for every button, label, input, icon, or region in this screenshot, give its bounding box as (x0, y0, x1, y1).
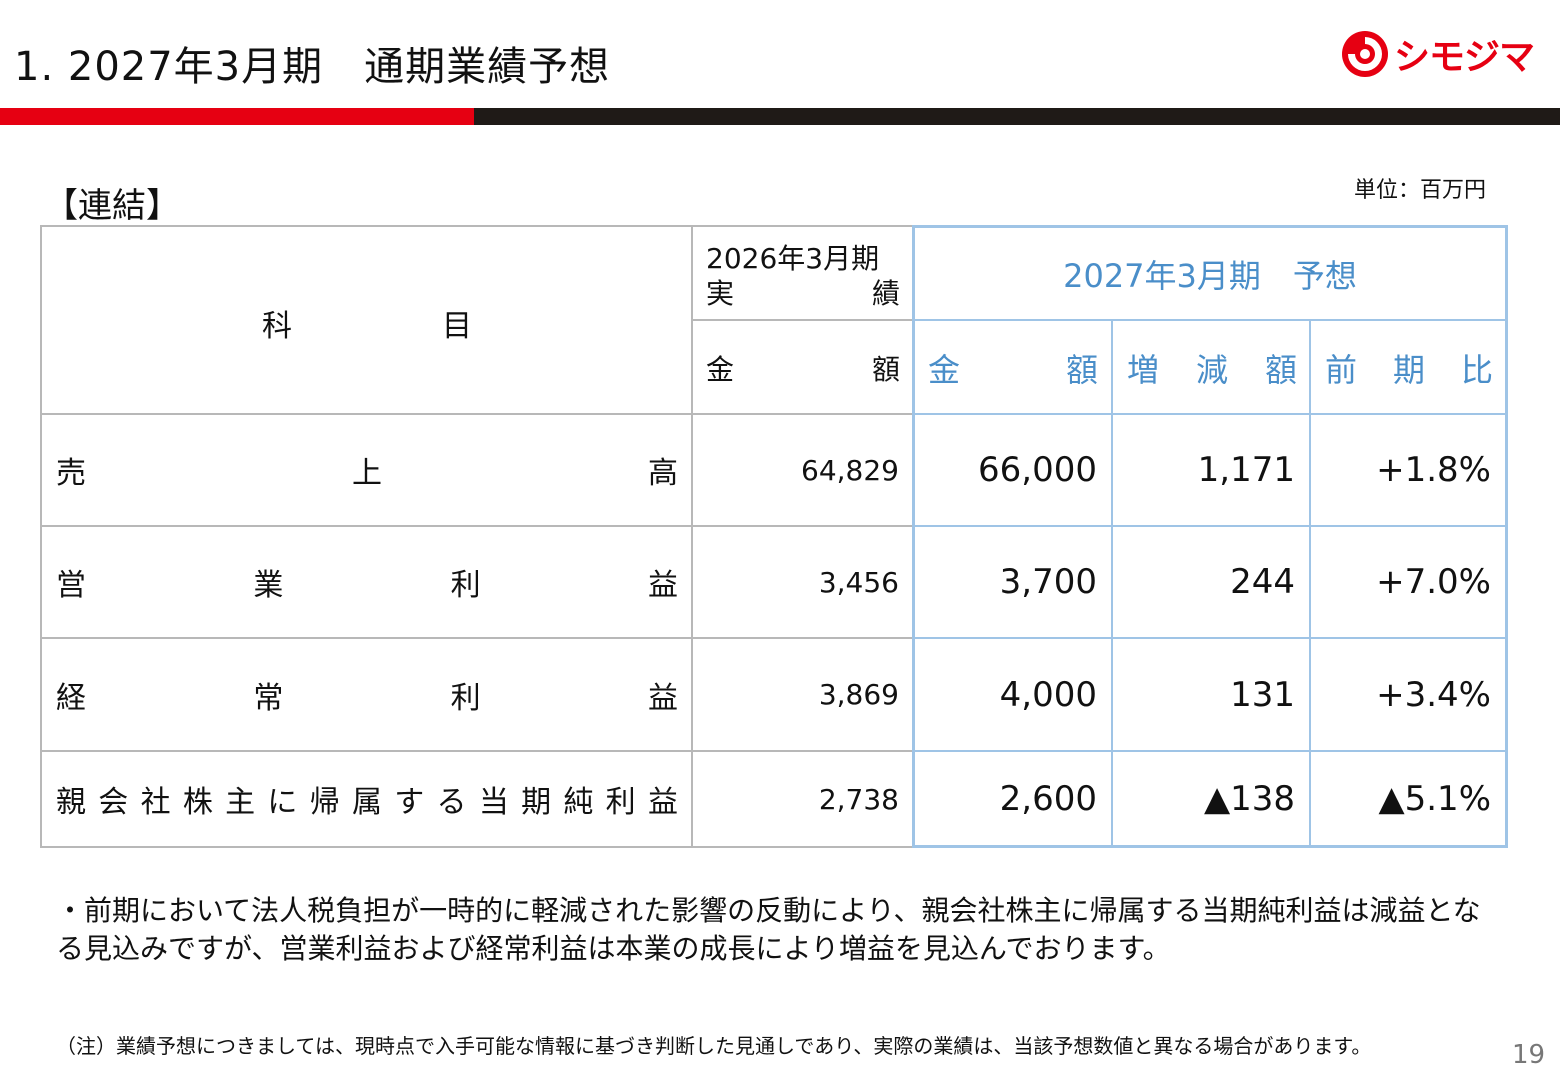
cell-prev-net-income: 2,738 (818, 782, 899, 816)
cell-prev-ordinary-profit: 3,869 (818, 678, 899, 711)
header-change: 増 減 額 (1127, 351, 1297, 389)
unit-label: 単位：百万円 (1354, 178, 1487, 203)
cell-prev-net-sales: 64,829 (801, 453, 899, 487)
commentary-note: ・前期において法人税負担が一時的に軽減された影響の反動により、親会社株主に帰属す… (56, 894, 1481, 965)
header-ratio: 前 期 比 (1325, 351, 1493, 389)
header-forecast-period: 2027年3月期 予想 (1063, 256, 1357, 295)
cell-ratio-net-sales: +1.8% (1376, 450, 1491, 490)
header-prev-actual: 実 績 (706, 277, 900, 310)
row-label-ordinary-profit: 経 常 利 益 (56, 680, 678, 716)
cell-forecast-net-income: 2,600 (999, 779, 1097, 819)
header-divider-bar (474, 108, 1560, 125)
page-number: 19 (1512, 1040, 1546, 1070)
cell-forecast-ordinary-profit: 4,000 (999, 674, 1097, 715)
company-logo: シモジマ (1340, 30, 1540, 78)
row-label-net-income: 親 会 社 株 主 に 帰 属 す る 当 期 純 利 益 (56, 785, 678, 820)
cell-forecast-net-sales: 66,000 (978, 450, 1097, 490)
cell-prev-operating-profit: 3,456 (818, 565, 899, 599)
logo-wordmark: シモジマ (1394, 37, 1535, 78)
header-accent-bar (0, 108, 474, 125)
header-prev-period: 2026年3月期 (706, 242, 880, 275)
page-title: 1. 2027年3月期 通期業績予想 (14, 44, 611, 90)
header-amount-prev: 金 額 (706, 353, 900, 386)
cell-ratio-net-income: ▲5.1% (1378, 779, 1491, 819)
cell-change-ordinary-profit: 131 (1230, 674, 1295, 715)
cell-change-net-income: ▲138 (1203, 779, 1295, 819)
section-label: 【連結】 (44, 186, 180, 226)
row-label-operating-profit: 営 業 利 益 (56, 568, 678, 603)
disclaimer-footnote: （注）業績予想につきましては、現時点で入手可能な情報に基づき判断した見通しであり… (56, 1034, 1372, 1058)
row-label-net-sales: 売 上 高 (56, 456, 678, 491)
header-amount-forecast: 金 額 (928, 351, 1098, 389)
cell-change-net-sales: 1,171 (1197, 450, 1295, 490)
spiral-logo-icon (1342, 31, 1388, 77)
cell-ratio-ordinary-profit: +3.4% (1376, 674, 1491, 715)
header-subject: 科 目 (262, 309, 472, 344)
cell-forecast-operating-profit: 3,700 (999, 562, 1097, 602)
cell-change-operating-profit: 244 (1230, 562, 1295, 602)
cell-ratio-operating-profit: +7.0% (1376, 562, 1491, 602)
